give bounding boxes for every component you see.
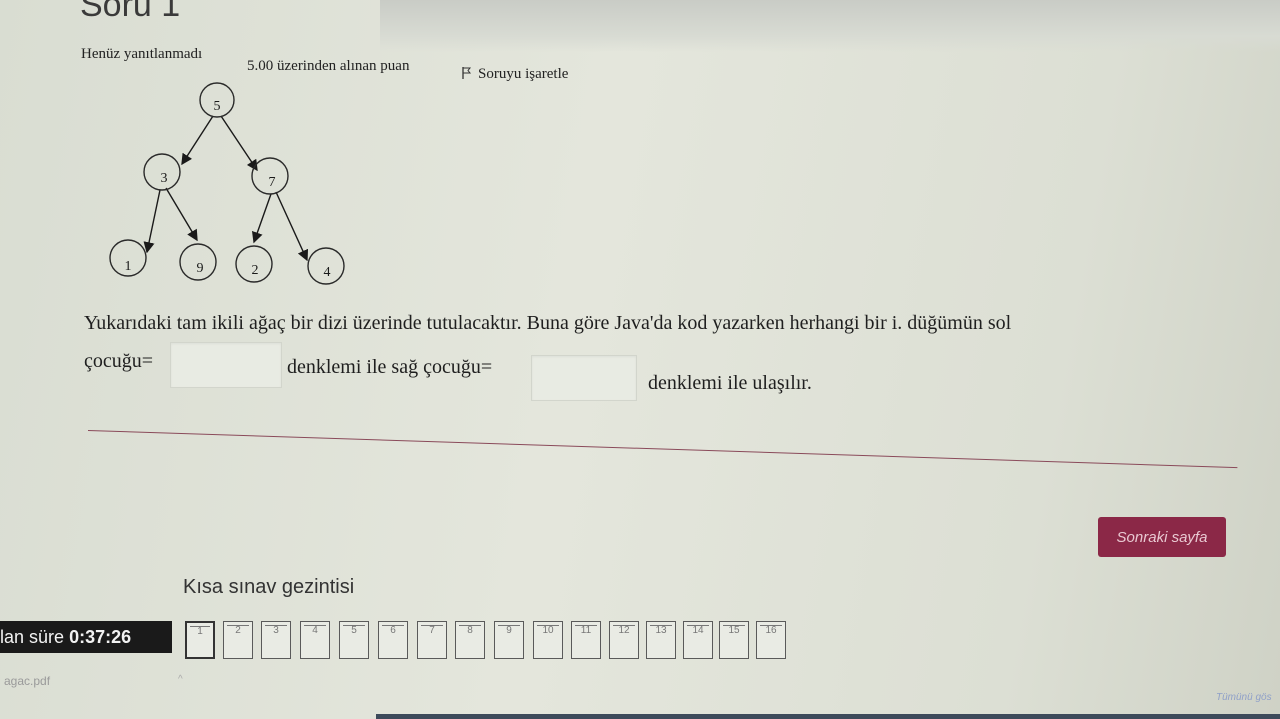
quiz-page-button[interactable]: 8 xyxy=(455,621,485,659)
quiz-page-button[interactable]: 4 xyxy=(300,621,330,659)
left-child-answer-input[interactable] xyxy=(170,342,282,388)
flag-question-label: Soruyu işaretle xyxy=(478,66,569,82)
question-status: Henüz yanıtlanmadı xyxy=(81,46,203,62)
browser-top-strip xyxy=(380,0,1280,52)
quiz-page-button[interactable]: 14 xyxy=(683,621,713,659)
tree-edge xyxy=(143,189,161,254)
question-text-prefix: çocuğu= xyxy=(84,350,154,372)
tree-edge xyxy=(220,115,258,172)
flag-question-link[interactable]: Soruyu işaretle xyxy=(462,66,568,83)
binary-tree-diagram: 5 3 7 1 9 2 4 xyxy=(109,82,345,285)
question-title: Soru 1 xyxy=(80,0,181,24)
question-text-middle: denklemi ile sağ çocuğu= xyxy=(287,356,493,378)
tree-edge xyxy=(165,187,198,242)
tree-node-label: 4 xyxy=(324,265,331,280)
tree-node-label: 2 xyxy=(252,263,259,278)
quiz-navigation-title: Kısa sınav gezintisi xyxy=(183,576,355,598)
question-text-end: denklemi ile ulaşılır. xyxy=(648,372,812,394)
tree-node-label: 7 xyxy=(269,175,276,190)
tree-node-label: 1 xyxy=(125,259,132,274)
quiz-page-button[interactable]: 6 xyxy=(378,621,408,659)
show-all-downloads-link[interactable]: Tümünü gös xyxy=(1216,692,1272,703)
quiz-page-button[interactable]: 16 xyxy=(756,621,786,659)
quiz-page-button[interactable]: 10 xyxy=(533,621,563,659)
tree-edge xyxy=(251,193,272,244)
tree-node-label: 9 xyxy=(197,261,204,276)
flag-icon xyxy=(462,67,472,79)
quiz-page-button[interactable]: 11 xyxy=(571,621,601,659)
quiz-page-button[interactable]: 9 xyxy=(494,621,524,659)
quiz-page-button[interactable]: 3 xyxy=(261,621,291,659)
quiz-page-button[interactable]: 1 xyxy=(185,621,215,659)
time-remaining: lan süre 0:37:26 xyxy=(0,621,172,653)
taskbar-edge xyxy=(376,714,1280,719)
tree-node-label: 5 xyxy=(214,99,221,114)
timer-label: lan süre xyxy=(0,627,65,647)
chevron-up-icon[interactable]: ^ xyxy=(178,674,183,685)
tree-edge xyxy=(181,115,214,166)
right-child-answer-input[interactable] xyxy=(531,355,637,401)
question-text-line1: Yukarıdaki tam ikili ağaç bir dizi üzeri… xyxy=(84,312,1012,334)
quiz-page-button[interactable]: 13 xyxy=(646,621,676,659)
timer-value: 0:37:26 xyxy=(69,627,132,647)
tree-node-label: 3 xyxy=(161,171,168,186)
quiz-page-button[interactable]: 12 xyxy=(609,621,639,659)
section-divider xyxy=(87,430,1238,469)
next-page-button[interactable]: Sonraki sayfa xyxy=(1098,517,1226,557)
download-file-name[interactable]: agac.pdf xyxy=(4,674,50,688)
quiz-page-button[interactable]: 15 xyxy=(719,621,749,659)
quiz-page-button[interactable]: 5 xyxy=(339,621,369,659)
question-points: 5.00 üzerinden alınan puan xyxy=(247,58,410,74)
quiz-page-button[interactable]: 2 xyxy=(223,621,253,659)
quiz-page-button[interactable]: 7 xyxy=(417,621,447,659)
tree-edge xyxy=(275,191,309,262)
